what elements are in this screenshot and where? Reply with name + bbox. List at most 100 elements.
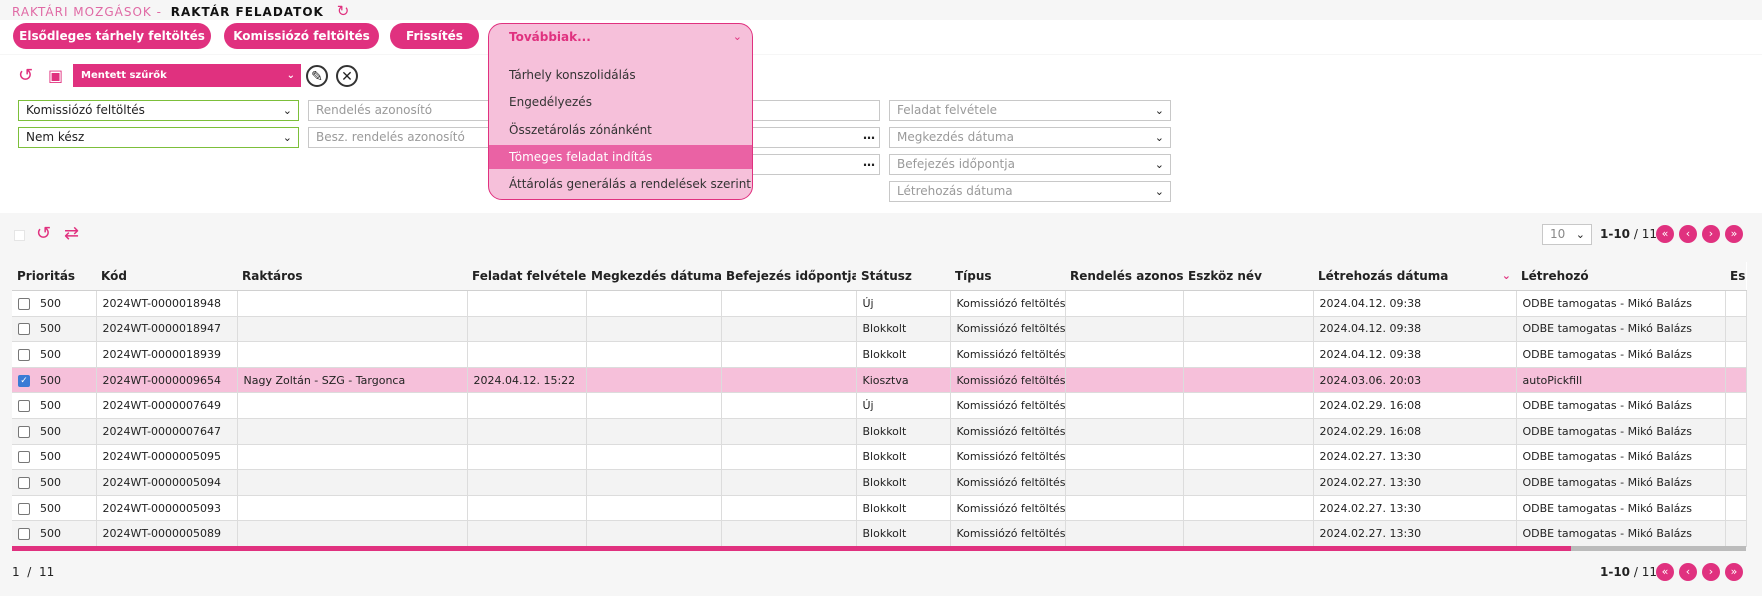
col-code[interactable]: Kód xyxy=(96,262,237,291)
breadcrumb: RAKTÁRI MOZGÁSOK - RAKTÁR FELADATOK ↻ xyxy=(12,2,350,20)
status-filter-value: Nem kész xyxy=(26,130,85,144)
page-indicator: 1 / 11 xyxy=(12,565,54,579)
last-page-icon[interactable]: » xyxy=(1725,563,1743,581)
reload-table-icon[interactable]: ↺ xyxy=(36,224,51,244)
cell-creator: ODBE tamogatas - Mikó Balázs xyxy=(1516,316,1726,343)
cell-extra xyxy=(1725,290,1747,317)
cell-status: Blokkolt xyxy=(856,495,951,522)
cell-extra xyxy=(1725,316,1747,343)
table-row[interactable]: 500 2024WT-0000007649 Új Komissiózó feltölt… xyxy=(12,392,1747,419)
table-row[interactable]: 500 2024WT-0000005094 Blokkolt Komissiózó f… xyxy=(12,469,1747,496)
cell-order xyxy=(1065,495,1184,522)
row-checkbox[interactable] xyxy=(18,348,30,361)
reset-filter-icon[interactable]: ↺ xyxy=(18,66,33,86)
menu-item-relocation-by-orders[interactable]: Áttárolás generálás a rendelések szerint xyxy=(489,172,752,196)
cell-priority-value: 500 xyxy=(40,399,61,413)
col-created[interactable]: Létrehozás dátuma ⌄ xyxy=(1313,262,1516,291)
row-checkbox[interactable] xyxy=(18,400,30,413)
status-filter[interactable]: Nem kész ⌄ xyxy=(18,127,299,148)
col-priority[interactable]: Prioritás xyxy=(12,262,96,291)
finish-date-filter[interactable]: Befejezés időpontja ⌄ xyxy=(889,154,1171,175)
page-separator: / xyxy=(27,565,32,579)
refresh-icon[interactable]: ↻ xyxy=(337,2,351,20)
col-extra[interactable]: Es xyxy=(1725,262,1746,291)
menu-item-bulk-task-start[interactable]: Tömeges feladat indítás xyxy=(489,145,752,169)
row-checkbox[interactable] xyxy=(18,528,30,541)
pagination-total: / 11 xyxy=(1633,565,1657,579)
saved-filters-select[interactable]: Mentett szűrők ⌄ xyxy=(73,64,301,87)
scrollbar-thumb[interactable] xyxy=(12,546,1571,551)
sort-desc-icon[interactable]: ⌄ xyxy=(1502,269,1511,282)
edit-icon[interactable]: ✎ xyxy=(306,65,328,87)
table-row[interactable]: 500 2024WT-0000007647 Blokkolt Komissiózó f… xyxy=(12,418,1747,445)
first-page-icon[interactable]: « xyxy=(1656,563,1674,581)
first-page-icon[interactable]: « xyxy=(1656,225,1674,243)
select-all-checkbox[interactable] xyxy=(14,230,25,241)
page-size-select[interactable]: 10 ⌄ xyxy=(1542,224,1592,245)
col-device[interactable]: Eszköz név xyxy=(1183,262,1313,291)
row-checkbox[interactable] xyxy=(18,297,30,310)
table-row[interactable]: ✓ 500 2024WT-0000009654 Nagy Zoltán - SZG -… xyxy=(12,367,1747,394)
col-type[interactable]: Típus xyxy=(950,262,1065,291)
extra-lookup-input[interactable]: … xyxy=(744,154,880,175)
more-icon[interactable]: … xyxy=(863,128,875,145)
cell-worker xyxy=(237,316,468,343)
close-icon[interactable]: ✕ xyxy=(336,65,358,87)
breadcrumb-parent[interactable]: RAKTÁRI MOZGÁSOK - xyxy=(12,5,162,19)
col-creator[interactable]: Létrehozó xyxy=(1516,262,1725,291)
cell-finished xyxy=(721,418,857,445)
col-received[interactable]: Feladat felvétele xyxy=(467,262,586,291)
table-row[interactable]: 500 2024WT-0000005089 Blokkolt Komissiózó f… xyxy=(12,520,1747,547)
swap-columns-icon[interactable]: ⇄ xyxy=(64,224,79,244)
row-checkbox[interactable] xyxy=(18,425,30,438)
chevron-down-icon: ⌄ xyxy=(282,104,292,117)
prev-page-icon[interactable]: ‹ xyxy=(1679,225,1697,243)
row-checkbox[interactable] xyxy=(18,323,30,336)
save-filter-icon[interactable]: ▣ xyxy=(48,66,63,86)
table-row[interactable]: 500 2024WT-0000018939 Blokkolt Komissiózó f… xyxy=(12,341,1747,368)
row-checkbox[interactable] xyxy=(18,451,30,464)
chevron-down-icon[interactable]: ⌄ xyxy=(733,30,742,43)
next-page-icon[interactable]: › xyxy=(1702,563,1720,581)
task-received-filter[interactable]: Feladat felvétele ⌄ xyxy=(889,100,1171,121)
table-row[interactable]: 500 2024WT-0000005093 Blokkolt Komissiózó f… xyxy=(12,495,1747,522)
more-icon[interactable]: … xyxy=(863,155,875,172)
type-filter[interactable]: Komissiózó feltöltés ⌄ xyxy=(18,100,299,121)
more-actions-title[interactable]: Továbbiak... xyxy=(509,30,591,44)
table-row[interactable]: 500 2024WT-0000005095 Blokkolt Komissiózó f… xyxy=(12,444,1747,471)
picker-fill-button[interactable]: Komissiózó feltöltés xyxy=(224,23,379,49)
cell-priority: 500 xyxy=(12,469,97,496)
col-started[interactable]: Megkezdés dátuma xyxy=(586,262,721,291)
start-date-filter[interactable]: Megkezdés dátuma ⌄ xyxy=(889,127,1171,148)
row-checkbox[interactable]: ✓ xyxy=(18,374,30,387)
refresh-button[interactable]: Frissítés xyxy=(390,23,479,49)
horizontal-scrollbar[interactable] xyxy=(12,546,1746,551)
prev-page-icon[interactable]: ‹ xyxy=(1679,563,1697,581)
menu-item-storage-consolidation[interactable]: Tárhely konszolidálás xyxy=(489,63,752,87)
cell-extra xyxy=(1725,418,1747,445)
cell-creator: ODBE tamogatas - Mikó Balázs xyxy=(1516,520,1726,547)
cell-code: 2024WT-0000018948 xyxy=(96,290,238,317)
chevron-down-icon: ⌄ xyxy=(1154,104,1164,117)
cell-received: 2024.04.12. 15:22 xyxy=(467,367,587,394)
col-finished[interactable]: Befejezés időpontja xyxy=(721,262,856,291)
table-row[interactable]: 500 2024WT-0000018948 Új Komissiózó feltölt… xyxy=(12,290,1747,317)
row-checkbox[interactable] xyxy=(18,476,30,489)
cell-device xyxy=(1183,444,1314,471)
col-status[interactable]: Státusz xyxy=(856,262,950,291)
created-date-filter[interactable]: Létrehozás dátuma ⌄ xyxy=(889,181,1171,202)
col-order-id[interactable]: Rendelés azonosító xyxy=(1065,262,1183,291)
cell-order xyxy=(1065,290,1184,317)
primary-fill-button[interactable]: Elsődleges tárhely feltöltés xyxy=(13,23,211,49)
menu-item-authorization[interactable]: Engedélyezés xyxy=(489,90,752,114)
table-row[interactable]: 500 2024WT-0000018947 Blokkolt Komissiózó f… xyxy=(12,316,1747,343)
cell-priority: 500 xyxy=(12,520,97,547)
col-worker[interactable]: Raktáros xyxy=(237,262,467,291)
menu-item-zone-merge[interactable]: Összetárolás zónánként xyxy=(489,118,752,142)
cell-priority-value: 500 xyxy=(40,475,61,489)
row-checkbox[interactable] xyxy=(18,502,30,515)
cell-priority-value: 500 xyxy=(40,450,61,464)
next-page-icon[interactable]: › xyxy=(1702,225,1720,243)
cell-creator: ODBE tamogatas - Mikó Balázs xyxy=(1516,418,1726,445)
last-page-icon[interactable]: » xyxy=(1725,225,1743,243)
